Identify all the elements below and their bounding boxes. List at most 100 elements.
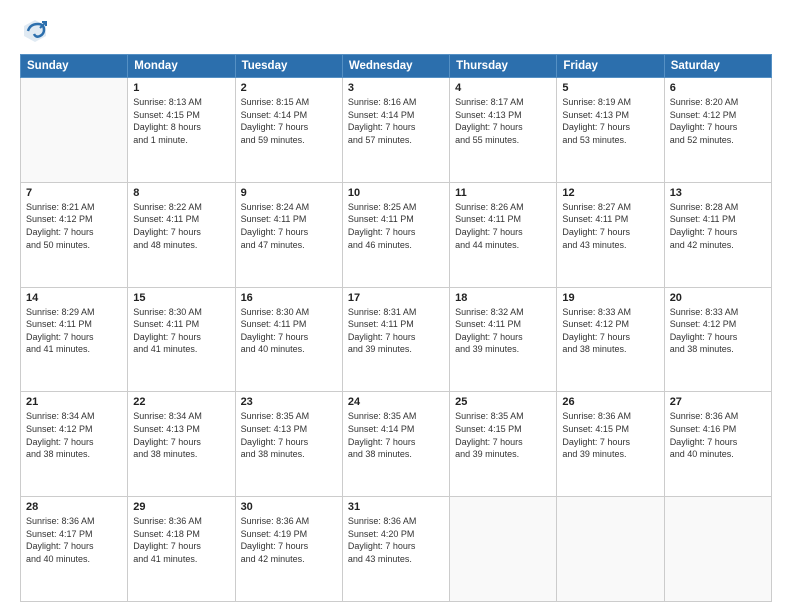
header bbox=[20, 16, 772, 46]
cell-info: Sunrise: 8:35 AM Sunset: 4:15 PM Dayligh… bbox=[455, 410, 551, 460]
day-number: 12 bbox=[562, 187, 658, 199]
calendar-cell: 20 Sunrise: 8:33 AM Sunset: 4:12 PM Dayli… bbox=[664, 287, 771, 392]
calendar-cell: 8 Sunrise: 8:22 AM Sunset: 4:11 PM Daylig… bbox=[128, 182, 235, 287]
calendar-cell: 26 Sunrise: 8:36 AM Sunset: 4:15 PM Dayli… bbox=[557, 392, 664, 497]
logo bbox=[20, 16, 54, 46]
day-number: 8 bbox=[133, 187, 229, 199]
day-number: 30 bbox=[241, 501, 337, 513]
cell-info: Sunrise: 8:36 AM Sunset: 4:15 PM Dayligh… bbox=[562, 410, 658, 460]
cell-info: Sunrise: 8:30 AM Sunset: 4:11 PM Dayligh… bbox=[241, 306, 337, 356]
calendar-week-row: 14 Sunrise: 8:29 AM Sunset: 4:11 PM Dayli… bbox=[21, 287, 772, 392]
calendar-cell: 30 Sunrise: 8:36 AM Sunset: 4:19 PM Dayli… bbox=[235, 497, 342, 602]
cell-info: Sunrise: 8:16 AM Sunset: 4:14 PM Dayligh… bbox=[348, 96, 444, 146]
day-number: 20 bbox=[670, 292, 766, 304]
calendar-cell: 25 Sunrise: 8:35 AM Sunset: 4:15 PM Dayli… bbox=[450, 392, 557, 497]
day-number: 22 bbox=[133, 396, 229, 408]
calendar-cell bbox=[557, 497, 664, 602]
calendar-cell: 21 Sunrise: 8:34 AM Sunset: 4:12 PM Dayli… bbox=[21, 392, 128, 497]
calendar-cell: 31 Sunrise: 8:36 AM Sunset: 4:20 PM Dayli… bbox=[342, 497, 449, 602]
day-number: 16 bbox=[241, 292, 337, 304]
calendar-cell: 15Sunrise: 8:30 AM Sunset: 4:11 PM Dayli… bbox=[128, 287, 235, 392]
cell-info: Sunrise: 8:17 AM Sunset: 4:13 PM Dayligh… bbox=[455, 96, 551, 146]
calendar-cell: 22 Sunrise: 8:34 AM Sunset: 4:13 PM Dayli… bbox=[128, 392, 235, 497]
day-number: 10 bbox=[348, 187, 444, 199]
calendar-cell bbox=[450, 497, 557, 602]
calendar-cell: 18Sunrise: 8:32 AM Sunset: 4:11 PM Dayli… bbox=[450, 287, 557, 392]
day-number: 11 bbox=[455, 187, 551, 199]
cell-info: Sunrise: 8:19 AM Sunset: 4:13 PM Dayligh… bbox=[562, 96, 658, 146]
calendar-cell: 6Sunrise: 8:20 AM Sunset: 4:12 PM Daylig… bbox=[664, 78, 771, 183]
calendar-cell: 24 Sunrise: 8:35 AM Sunset: 4:14 PM Dayli… bbox=[342, 392, 449, 497]
calendar-cell: 23 Sunrise: 8:35 AM Sunset: 4:13 PM Dayli… bbox=[235, 392, 342, 497]
cell-info: Sunrise: 8:21 AM Sunset: 4:12 PM Dayligh… bbox=[26, 201, 122, 251]
calendar-cell: 5 Sunrise: 8:19 AM Sunset: 4:13 PM Daylig… bbox=[557, 78, 664, 183]
calendar-week-row: 21 Sunrise: 8:34 AM Sunset: 4:12 PM Dayli… bbox=[21, 392, 772, 497]
calendar-cell: 17 Sunrise: 8:31 AM Sunset: 4:11 PM Dayli… bbox=[342, 287, 449, 392]
cell-info: Sunrise: 8:32 AM Sunset: 4:11 PM Dayligh… bbox=[455, 306, 551, 356]
day-number: 6 bbox=[670, 82, 766, 94]
cell-info: Sunrise: 8:34 AM Sunset: 4:12 PM Dayligh… bbox=[26, 410, 122, 460]
calendar-cell: 27 Sunrise: 8:36 AM Sunset: 4:16 PM Dayli… bbox=[664, 392, 771, 497]
day-number: 2 bbox=[241, 82, 337, 94]
calendar-cell: 16 Sunrise: 8:30 AM Sunset: 4:11 PM Dayli… bbox=[235, 287, 342, 392]
day-number: 5 bbox=[562, 82, 658, 94]
calendar-cell: 29 Sunrise: 8:36 AM Sunset: 4:18 PM Dayli… bbox=[128, 497, 235, 602]
cell-info: Sunrise: 8:13 AM Sunset: 4:15 PM Dayligh… bbox=[133, 96, 229, 146]
weekday-header: Sunday bbox=[21, 55, 128, 78]
cell-info: Sunrise: 8:22 AM Sunset: 4:11 PM Dayligh… bbox=[133, 201, 229, 251]
calendar-cell: 1Sunrise: 8:13 AM Sunset: 4:15 PM Daylig… bbox=[128, 78, 235, 183]
cell-info: Sunrise: 8:29 AM Sunset: 4:11 PM Dayligh… bbox=[26, 306, 122, 356]
day-number: 17 bbox=[348, 292, 444, 304]
cell-info: Sunrise: 8:36 AM Sunset: 4:18 PM Dayligh… bbox=[133, 515, 229, 565]
cell-info: Sunrise: 8:33 AM Sunset: 4:12 PM Dayligh… bbox=[670, 306, 766, 356]
day-number: 7 bbox=[26, 187, 122, 199]
weekday-header: Monday bbox=[128, 55, 235, 78]
logo-icon bbox=[20, 16, 50, 46]
cell-info: Sunrise: 8:26 AM Sunset: 4:11 PM Dayligh… bbox=[455, 201, 551, 251]
calendar-cell: 14 Sunrise: 8:29 AM Sunset: 4:11 PM Dayli… bbox=[21, 287, 128, 392]
cell-info: Sunrise: 8:36 AM Sunset: 4:20 PM Dayligh… bbox=[348, 515, 444, 565]
day-number: 14 bbox=[26, 292, 122, 304]
cell-info: Sunrise: 8:30 AM Sunset: 4:11 PM Dayligh… bbox=[133, 306, 229, 356]
calendar-cell: 7 Sunrise: 8:21 AM Sunset: 4:12 PM Daylig… bbox=[21, 182, 128, 287]
day-number: 25 bbox=[455, 396, 551, 408]
weekday-header: Thursday bbox=[450, 55, 557, 78]
cell-info: Sunrise: 8:31 AM Sunset: 4:11 PM Dayligh… bbox=[348, 306, 444, 356]
calendar-cell: 9Sunrise: 8:24 AM Sunset: 4:11 PM Daylig… bbox=[235, 182, 342, 287]
calendar-cell: 4 Sunrise: 8:17 AM Sunset: 4:13 PM Daylig… bbox=[450, 78, 557, 183]
day-number: 4 bbox=[455, 82, 551, 94]
cell-info: Sunrise: 8:27 AM Sunset: 4:11 PM Dayligh… bbox=[562, 201, 658, 251]
calendar-cell: 19 Sunrise: 8:33 AM Sunset: 4:12 PM Dayli… bbox=[557, 287, 664, 392]
day-number: 29 bbox=[133, 501, 229, 513]
day-number: 24 bbox=[348, 396, 444, 408]
cell-info: Sunrise: 8:33 AM Sunset: 4:12 PM Dayligh… bbox=[562, 306, 658, 356]
day-number: 23 bbox=[241, 396, 337, 408]
cell-info: Sunrise: 8:35 AM Sunset: 4:14 PM Dayligh… bbox=[348, 410, 444, 460]
day-number: 26 bbox=[562, 396, 658, 408]
calendar-cell: 11 Sunrise: 8:26 AM Sunset: 4:11 PM Dayli… bbox=[450, 182, 557, 287]
calendar-cell: 3 Sunrise: 8:16 AM Sunset: 4:14 PM Daylig… bbox=[342, 78, 449, 183]
calendar-cell: 10 Sunrise: 8:25 AM Sunset: 4:11 PM Dayli… bbox=[342, 182, 449, 287]
day-number: 19 bbox=[562, 292, 658, 304]
day-number: 13 bbox=[670, 187, 766, 199]
cell-info: Sunrise: 8:35 AM Sunset: 4:13 PM Dayligh… bbox=[241, 410, 337, 460]
cell-info: Sunrise: 8:25 AM Sunset: 4:11 PM Dayligh… bbox=[348, 201, 444, 251]
day-number: 9 bbox=[241, 187, 337, 199]
weekday-header: Wednesday bbox=[342, 55, 449, 78]
day-number: 31 bbox=[348, 501, 444, 513]
calendar-cell: 13Sunrise: 8:28 AM Sunset: 4:11 PM Dayli… bbox=[664, 182, 771, 287]
calendar-week-row: 7 Sunrise: 8:21 AM Sunset: 4:12 PM Daylig… bbox=[21, 182, 772, 287]
day-number: 28 bbox=[26, 501, 122, 513]
cell-info: Sunrise: 8:15 AM Sunset: 4:14 PM Dayligh… bbox=[241, 96, 337, 146]
day-number: 27 bbox=[670, 396, 766, 408]
calendar-cell: 12 Sunrise: 8:27 AM Sunset: 4:11 PM Dayli… bbox=[557, 182, 664, 287]
cell-info: Sunrise: 8:34 AM Sunset: 4:13 PM Dayligh… bbox=[133, 410, 229, 460]
cell-info: Sunrise: 8:36 AM Sunset: 4:16 PM Dayligh… bbox=[670, 410, 766, 460]
cell-info: Sunrise: 8:36 AM Sunset: 4:19 PM Dayligh… bbox=[241, 515, 337, 565]
calendar-cell: 2 Sunrise: 8:15 AM Sunset: 4:14 PM Daylig… bbox=[235, 78, 342, 183]
calendar-table: SundayMondayTuesdayWednesdayThursdayFrid… bbox=[20, 54, 772, 602]
day-number: 21 bbox=[26, 396, 122, 408]
day-number: 3 bbox=[348, 82, 444, 94]
calendar-week-row: 28Sunrise: 8:36 AM Sunset: 4:17 PM Dayli… bbox=[21, 497, 772, 602]
calendar-cell bbox=[664, 497, 771, 602]
